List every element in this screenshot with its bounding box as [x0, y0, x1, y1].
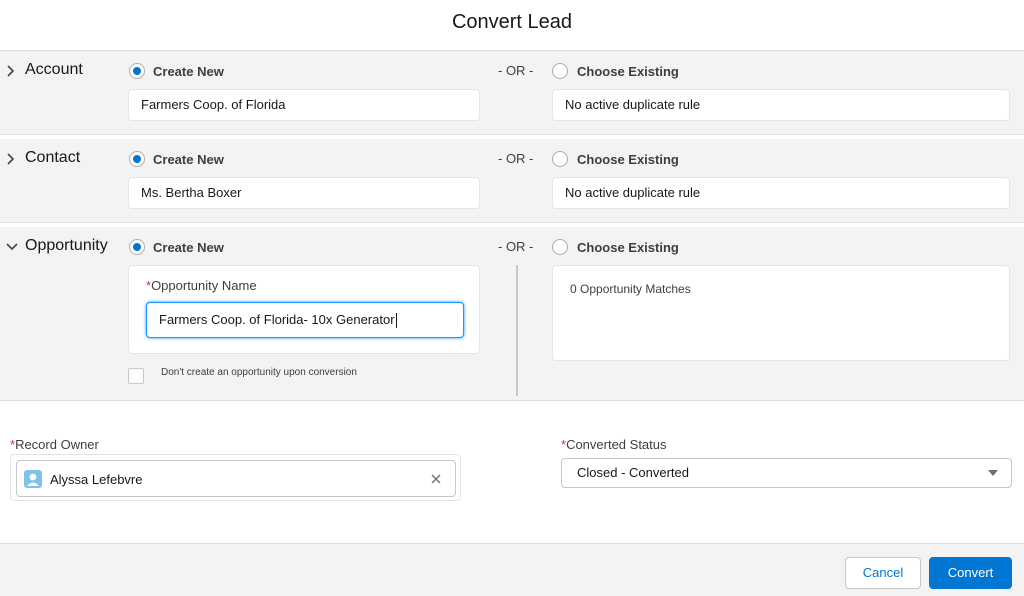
opportunity-choose-existing-label[interactable]: Choose Existing [577, 240, 679, 255]
account-section: Account Create New - OR - Choose Existin… [0, 51, 1024, 135]
record-owner-name: Alyssa Lefebvre [50, 472, 143, 487]
chevron-down-icon[interactable] [5, 240, 18, 254]
opportunity-create-new-label[interactable]: Create New [153, 240, 224, 255]
opportunity-section: Opportunity Create New - OR - Choose Exi… [0, 227, 1024, 401]
converted-status-select[interactable]: Closed - Converted [561, 458, 1012, 488]
account-section-label[interactable]: Account [25, 61, 83, 79]
converted-status-label-text: Converted Status [566, 437, 667, 452]
converted-status-value: Closed - Converted [577, 465, 689, 480]
contact-name-field[interactable]: Ms. Bertha Boxer [128, 177, 480, 209]
no-opportunity-label[interactable]: Don't create an opportunity upon convers… [161, 367, 357, 378]
converted-status-label: *Converted Status [561, 437, 667, 452]
opportunity-name-input[interactable]: Farmers Coop. of Florida- 10x Generator [146, 302, 464, 338]
cancel-button[interactable]: Cancel [845, 557, 921, 589]
contact-choose-existing-label[interactable]: Choose Existing [577, 152, 679, 167]
contact-create-new-label[interactable]: Create New [153, 152, 224, 167]
account-name-field[interactable]: Farmers Coop. of Florida [128, 89, 480, 121]
modal-title: Convert Lead [451, 11, 573, 33]
record-owner-pill[interactable]: Alyssa Lefebvre [16, 460, 456, 497]
opportunity-name-card: *Opportunity Name Farmers Coop. of Flori… [128, 265, 480, 354]
opportunity-matches-text: 0 Opportunity Matches [570, 282, 691, 296]
no-opportunity-checkbox[interactable] [128, 368, 144, 384]
opportunity-choose-existing-radio[interactable] [552, 239, 568, 255]
opportunity-matches-card: 0 Opportunity Matches [552, 265, 1010, 361]
account-or-divider: - OR - [498, 63, 534, 78]
contact-choose-existing-radio[interactable] [552, 151, 568, 167]
close-icon[interactable] [427, 470, 445, 488]
record-owner-lookup: Alyssa Lefebvre [10, 454, 461, 501]
opportunity-or-divider: - OR - [498, 239, 534, 254]
dropdown-arrow-icon [988, 470, 998, 476]
contact-create-new-radio[interactable] [129, 151, 145, 167]
vertical-divider [516, 265, 518, 396]
opportunity-name-label: *Opportunity Name [146, 278, 257, 293]
account-choose-existing-radio[interactable] [552, 63, 568, 79]
user-avatar-icon [24, 470, 42, 488]
opportunity-create-new-radio[interactable] [129, 239, 145, 255]
convert-button[interactable]: Convert [929, 557, 1012, 589]
opportunity-name-label-text: Opportunity Name [151, 278, 257, 293]
opportunity-name-value: Farmers Coop. of Florida- 10x Generator [159, 312, 395, 327]
contact-section: Contact Create New - OR - Choose Existin… [0, 139, 1024, 223]
text-caret [395, 313, 397, 329]
chevron-right-icon[interactable] [5, 152, 17, 166]
account-create-new-label[interactable]: Create New [153, 64, 224, 79]
chevron-right-icon[interactable] [5, 64, 17, 78]
contact-section-label[interactable]: Contact [25, 149, 80, 167]
modal-footer: Cancel Convert [0, 543, 1024, 596]
opportunity-section-label[interactable]: Opportunity [25, 237, 108, 255]
account-create-new-radio[interactable] [129, 63, 145, 79]
account-choose-existing-label[interactable]: Choose Existing [577, 64, 679, 79]
record-owner-label: *Record Owner [10, 437, 99, 452]
contact-existing-field: No active duplicate rule [552, 177, 1010, 209]
account-existing-field: No active duplicate rule [552, 89, 1010, 121]
modal-header: Convert Lead [0, 0, 1024, 51]
record-owner-label-text: Record Owner [15, 437, 99, 452]
contact-or-divider: - OR - [498, 151, 534, 166]
